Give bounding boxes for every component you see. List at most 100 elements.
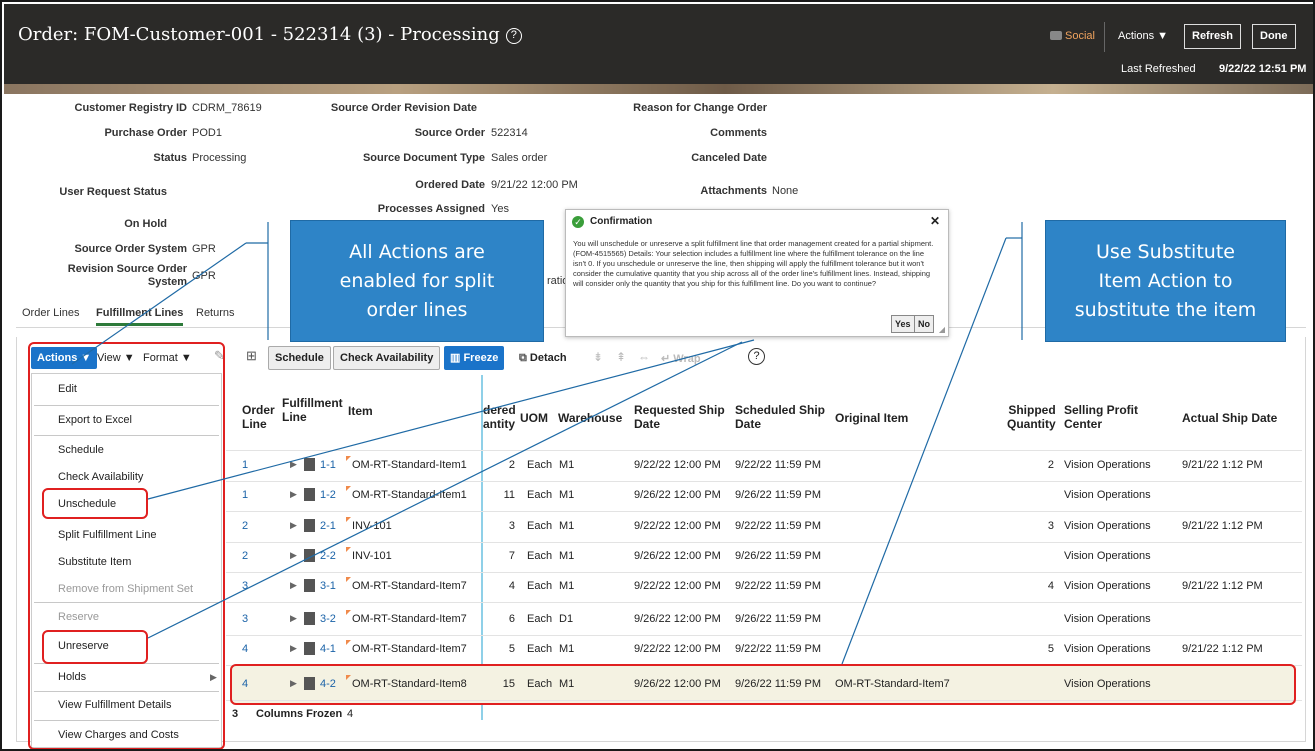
expand-row-icon[interactable]: ▶ [290,550,297,561]
cell-fulfillment-line[interactable]: 2-1 [320,520,336,532]
cell-order-line[interactable]: 2 [242,520,248,532]
cell-fulfillment-line[interactable]: 4-1 [320,643,336,655]
cell-warehouse: M1 [559,489,575,501]
cell-selling-profit-center: Vision Operations [1064,550,1151,562]
customer-registry-id-value: CDRM_78619 [192,102,262,114]
header-ordered-quantity[interactable]: dered antity [483,403,516,431]
on-hold-label: On Hold [124,218,167,230]
cell-ordered-quantity: 3 [508,520,515,532]
refresh-button[interactable]: Refresh [1184,24,1241,49]
cell-requested-ship-date: 9/26/22 12:00 PM [634,613,721,625]
header-actions-menu[interactable]: Actions ▼ [1118,30,1168,42]
highlight-unreserve [42,630,148,664]
item-flag-icon [346,640,351,645]
cell-fulfillment-line[interactable]: 2-2 [320,550,336,562]
item-flag-icon [346,610,351,615]
expand-row-icon[interactable]: ▶ [290,643,297,654]
tab-returns[interactable]: Returns [196,307,235,319]
header-fulfillment-line[interactable]: Fulfillment Line [282,396,343,424]
cell-actual-ship-date: 9/21/22 1:12 PM [1182,459,1263,471]
cell-ordered-quantity: 6 [508,613,515,625]
page-title: Order: FOM-Customer-001 - 522314 (3) - P… [18,24,522,45]
row-detail-icon[interactable] [304,488,315,501]
cell-ordered-quantity: 7 [508,550,515,562]
header-scheduled-ship-date[interactable]: Scheduled Ship Date [735,403,825,431]
revision-source-order-system-label-1: Revision Source Order [67,263,187,275]
expand-row-icon[interactable]: ▶ [290,489,297,500]
header-selling-profit-center[interactable]: Selling Profit Center [1064,403,1138,431]
cell-selling-profit-center: Vision Operations [1064,459,1151,471]
cell-uom: Each [527,459,553,471]
cell-order-line[interactable]: 3 [242,580,248,592]
schedule-button[interactable]: Schedule [268,346,331,370]
cell-selling-profit-center: Vision Operations [1064,643,1151,655]
cell-fulfillment-line[interactable]: 3-1 [320,580,336,592]
expand-row-icon[interactable]: ▶ [290,459,297,470]
cell-ordered-quantity: 4 [508,580,515,592]
cell-ordered-quantity: 5 [508,643,515,655]
cell-uom: Each [527,580,553,592]
tab-fulfillment-lines[interactable]: Fulfillment Lines [96,307,184,326]
cell-ordered-quantity: 2 [508,459,515,471]
freeze-button[interactable]: ▥ Freeze [444,346,505,370]
wrap-button: ↵ Wrap [661,352,701,365]
header-original-item[interactable]: Original Item [835,411,908,425]
cell-order-line[interactable]: 1 [242,489,248,501]
cell-scheduled-ship-date: 9/26/22 11:59 PM [735,613,822,625]
cell-order-line[interactable]: 2 [242,550,248,562]
cell-fulfillment-line[interactable]: 3-2 [320,613,336,625]
row-divider [226,481,1302,482]
attachments-label: Attachments [700,185,767,197]
highlight-unschedule [42,488,148,519]
expand-row-icon[interactable]: ▶ [290,613,297,624]
row-detail-icon[interactable] [304,519,315,532]
no-button[interactable]: No [914,315,934,333]
reorder-columns-icon: ⇔ [638,350,650,364]
order-title-text: Order: FOM-Customer-001 - 522314 (3) - P… [18,24,500,45]
callout-substitute-item: Use Substitute Item Action to substitute t… [1045,220,1286,342]
cell-item: OM-RT-Standard-Item7 [352,580,467,592]
last-refreshed-label: Last Refreshed [1121,63,1196,75]
header-item[interactable]: Item [348,404,373,418]
table-help-icon[interactable]: ? [748,348,765,365]
row-detail-icon[interactable] [304,612,315,625]
header-requested-ship-date[interactable]: Requested Ship Date [634,403,725,431]
header-actual-ship-date[interactable]: Actual Ship Date [1182,411,1277,425]
cell-item: OM-RT-Standard-Item1 [352,459,467,471]
header-uom[interactable]: UOM [520,411,548,425]
cell-item: OM-RT-Standard-Item7 [352,643,467,655]
cell-fulfillment-line[interactable]: 1-1 [320,459,336,471]
expand-row-icon[interactable]: ▶ [290,580,297,591]
social-link[interactable]: Social [1050,30,1095,42]
resize-handle-icon[interactable]: ◢ [939,325,945,334]
cell-warehouse: M1 [559,550,575,562]
help-icon[interactable]: ? [505,28,522,44]
row-detail-icon[interactable] [304,579,315,592]
row-detail-icon[interactable] [304,458,315,471]
freeze-icon: ▥ [450,352,464,364]
split-icon[interactable]: ⊞ [246,348,257,364]
header-shipped-quantity[interactable]: Shipped Quantity [1007,403,1056,431]
row-detail-icon[interactable] [304,549,315,562]
done-button[interactable]: Done [1252,24,1296,49]
header-warehouse[interactable]: Warehouse [558,411,622,425]
wrap-label: Wrap [673,353,701,365]
cell-order-line[interactable]: 4 [242,643,248,655]
expand-row-icon[interactable]: ▶ [290,520,297,531]
detach-button[interactable]: ⧉ Detach [519,352,567,365]
canceled-date-label: Canceled Date [691,152,767,164]
cell-order-line[interactable]: 1 [242,459,248,471]
cell-fulfillment-line[interactable]: 1-2 [320,489,336,501]
cell-uom: Each [527,520,553,532]
row-divider [226,542,1302,543]
close-icon[interactable]: ✕ [930,214,940,228]
header-order-line[interactable]: Order Line [242,403,275,431]
cell-order-line[interactable]: 3 [242,613,248,625]
processes-assigned-label: Processes Assigned [377,203,485,215]
check-availability-button[interactable]: Check Availability [333,346,441,370]
tab-order-lines[interactable]: Order Lines [22,307,79,319]
last-refreshed-value: 9/22/22 12:51 PM [1219,63,1307,75]
ordered-date-value: 9/21/22 12:00 PM [491,179,578,191]
row-detail-icon[interactable] [304,642,315,655]
yes-button[interactable]: Yes [891,315,915,333]
